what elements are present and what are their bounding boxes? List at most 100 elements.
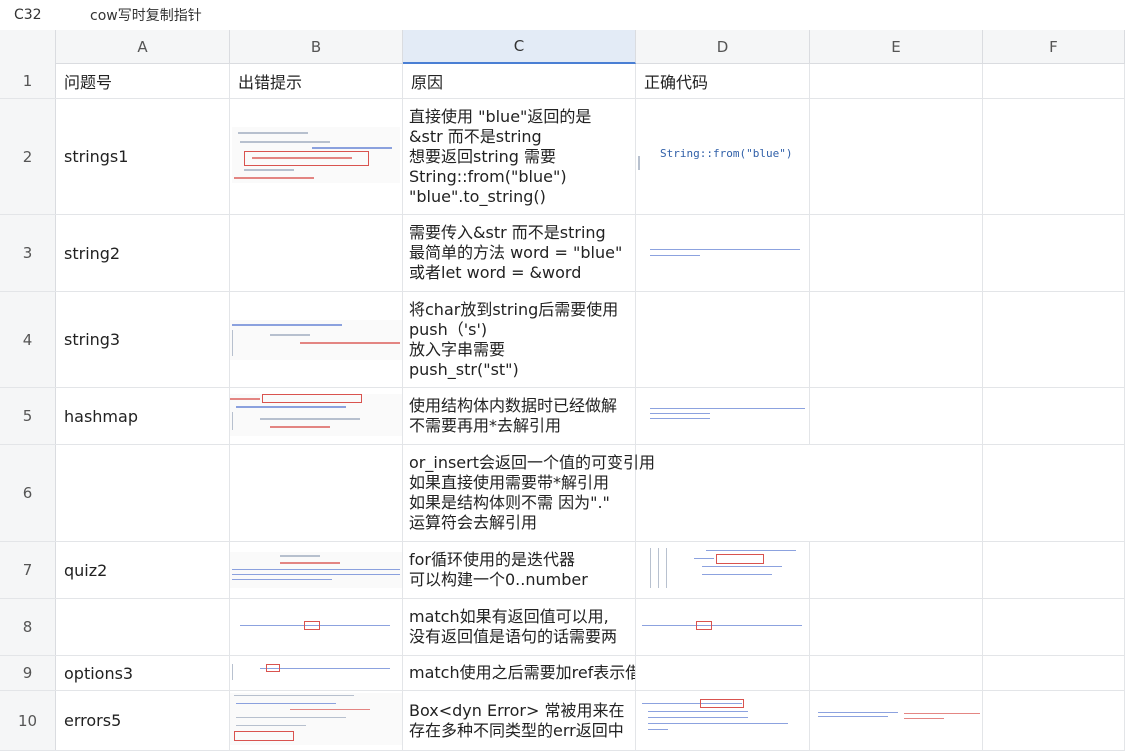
cell-text: string3 — [64, 330, 121, 349]
cell-f1[interactable] — [983, 64, 1125, 98]
cell-f4[interactable] — [983, 292, 1125, 387]
cell-f10[interactable] — [983, 691, 1125, 750]
cell-d2[interactable]: String::from("blue") — [636, 99, 810, 214]
cell-d3[interactable] — [636, 215, 810, 291]
cell-c5[interactable]: 使用结构体内数据时已经做解 不需要再用*去解引用 — [403, 388, 636, 444]
cell-a9[interactable]: options3 — [56, 656, 230, 690]
cell-f7[interactable] — [983, 542, 1125, 598]
cell-d7[interactable] — [636, 542, 810, 598]
cell-f6[interactable] — [983, 445, 1125, 541]
cell-c2[interactable]: 直接使用 "blue"返回的是 &str 而不是string 想要返回strin… — [403, 99, 636, 214]
formula-bar[interactable]: C32 cow写时复制指针 — [0, 0, 1125, 30]
text-line: "blue".to_string() — [409, 186, 546, 206]
cell-multiline-text: Box<dyn Error> 常被用来在 存在多种不同类型的err返回中 — [403, 691, 635, 750]
cell-d8[interactable] — [636, 599, 810, 655]
cell-c9[interactable]: match使用之后需要加ref表示借用 — [403, 656, 636, 690]
cell-b10[interactable] — [230, 691, 403, 750]
cell-e10[interactable] — [810, 691, 983, 750]
cell-reference[interactable]: C32 — [0, 7, 70, 23]
cell-a7[interactable]: quiz2 — [56, 542, 230, 598]
text-line: Box<dyn Error> 常被用来在 — [409, 700, 625, 720]
cell-a10[interactable]: errors5 — [56, 691, 230, 750]
cell-a8[interactable] — [56, 599, 230, 655]
cell-b2[interactable] — [230, 99, 403, 214]
cell-d1[interactable]: 正确代码 — [636, 64, 810, 98]
cell-e9[interactable] — [810, 656, 983, 690]
cell-b8[interactable] — [230, 599, 403, 655]
row-header[interactable]: 7 — [0, 542, 56, 598]
cell-b7[interactable] — [230, 542, 403, 598]
cell-f3[interactable] — [983, 215, 1125, 291]
cell-e4[interactable] — [810, 292, 983, 387]
column-header-b[interactable]: B — [230, 30, 403, 64]
cell-multiline-text: 直接使用 "blue"返回的是 &str 而不是string 想要返回strin… — [403, 99, 635, 214]
column-header-c[interactable]: C — [403, 30, 636, 64]
cell-multiline-text: match使用之后需要加ref表示借用 — [403, 656, 635, 690]
cell-b6[interactable] — [230, 445, 403, 541]
column-header-e[interactable]: E — [810, 30, 983, 64]
select-all-corner[interactable] — [0, 30, 56, 64]
cell-c3[interactable]: 需要传入&str 而不是string 最简单的方法 word = "blue" … — [403, 215, 636, 291]
cell-c6[interactable]: or_insert会返回一个值的可变引用 如果直接使用需要带*解引用 如果是结构… — [403, 445, 655, 541]
cell-a5[interactable]: hashmap — [56, 388, 230, 444]
cell-f8[interactable] — [983, 599, 1125, 655]
column-header-a[interactable]: A — [56, 30, 230, 64]
row-header[interactable]: 8 — [0, 599, 56, 655]
cell-text: errors5 — [64, 711, 122, 730]
cell-e6[interactable] — [810, 445, 983, 541]
cell-c8[interactable]: match如果有返回值可以用, 没有返回值是语句的话需要两 — [403, 599, 636, 655]
cell-d4[interactable] — [636, 292, 810, 387]
cell-a2[interactable]: strings1 — [56, 99, 230, 214]
cell-b5[interactable] — [230, 388, 403, 444]
cell-e8[interactable] — [810, 599, 983, 655]
text-line: push_str("st") — [409, 359, 519, 379]
cell-d10[interactable] — [636, 691, 810, 750]
cell-f2[interactable] — [983, 99, 1125, 214]
row-header[interactable]: 3 — [0, 215, 56, 291]
column-header-f[interactable]: F — [983, 30, 1125, 64]
cell-a3[interactable]: string2 — [56, 215, 230, 291]
cell-c4[interactable]: 将char放到string后需要使用 push（'s') 放入字串需要 push… — [403, 292, 636, 387]
cell-b3[interactable] — [230, 215, 403, 291]
cell-a1[interactable]: 问题号 — [56, 64, 230, 98]
code-screenshot-image — [638, 619, 808, 633]
text-line: 如果直接使用需要带*解引用 — [409, 473, 610, 492]
error-screenshot-image — [232, 127, 400, 183]
cell-f9[interactable] — [983, 656, 1125, 690]
row-header[interactable]: 5 — [0, 388, 56, 444]
cell-e2[interactable] — [810, 99, 983, 214]
error-screenshot-image — [230, 693, 402, 745]
row-header[interactable]: 4 — [0, 292, 56, 387]
cell-c1[interactable]: 原因 — [403, 64, 636, 98]
row-header[interactable]: 2 — [0, 99, 56, 214]
cell-e1[interactable] — [810, 64, 983, 98]
cell-b9[interactable] — [230, 656, 403, 690]
cell-c10[interactable]: Box<dyn Error> 常被用来在 存在多种不同类型的err返回中 — [403, 691, 636, 750]
code-screenshot-image: String::from("blue") — [638, 134, 806, 178]
cell-d5[interactable] — [636, 388, 810, 444]
column-header-d[interactable]: D — [636, 30, 810, 64]
text-line: &str 而不是string — [409, 126, 542, 146]
row-header[interactable]: 9 — [0, 656, 56, 690]
cell-e3[interactable] — [810, 215, 983, 291]
formula-content[interactable]: cow写时复制指针 — [70, 5, 202, 25]
cell-text: string2 — [64, 243, 121, 263]
cell-e5[interactable] — [810, 388, 983, 444]
cell-f5[interactable] — [983, 388, 1125, 444]
cell-text — [56, 445, 229, 541]
text-line: 最简单的方法 word = "blue" — [409, 243, 623, 262]
cell-b4[interactable] — [230, 292, 403, 387]
row-header[interactable]: 10 — [0, 691, 56, 750]
row-header[interactable]: 1 — [0, 64, 56, 98]
cell-c7[interactable]: for循环使用的是迭代器 可以构建一个0..number — [403, 542, 636, 598]
row-header[interactable]: 6 — [0, 445, 56, 541]
cell-e7[interactable] — [810, 542, 983, 598]
cell-b1[interactable]: 出错提示 — [230, 64, 403, 98]
error-screenshot-image — [230, 619, 402, 633]
cell-a4[interactable]: string3 — [56, 292, 230, 387]
cell-a6[interactable] — [56, 445, 230, 541]
cell-text: quiz2 — [64, 560, 108, 580]
code-screenshot-image — [638, 404, 808, 426]
cell-d9[interactable] — [636, 656, 810, 690]
spreadsheet-grid[interactable]: A B C D E F 1 问题号 出错提示 原因 正确代码 2 strings… — [0, 30, 1125, 751]
